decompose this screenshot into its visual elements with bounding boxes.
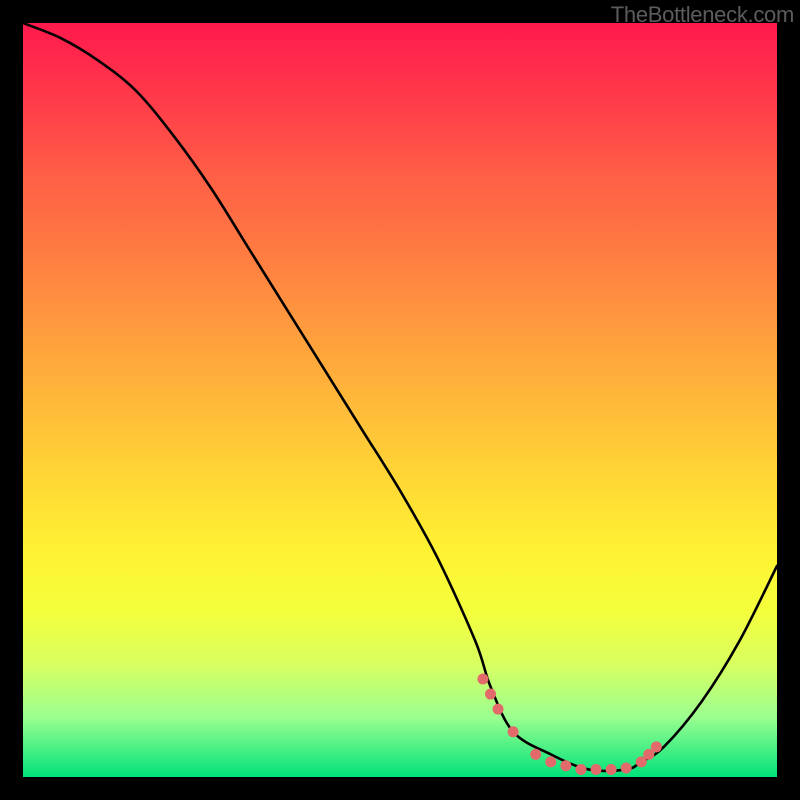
chart-frame <box>23 23 777 777</box>
attribution-text: TheBottleneck.com <box>611 2 794 28</box>
marker-dot <box>591 764 602 775</box>
marker-dot <box>606 764 617 775</box>
marker-dot <box>508 726 519 737</box>
optimal-range-markers <box>477 673 661 774</box>
marker-dot <box>560 760 571 771</box>
marker-dot <box>621 762 632 773</box>
bottleneck-curve <box>23 23 777 771</box>
marker-dot <box>545 756 556 767</box>
marker-dot <box>575 764 586 775</box>
marker-dot <box>485 689 496 700</box>
marker-dot <box>651 741 662 752</box>
marker-dot <box>530 749 541 760</box>
chart-svg <box>23 23 777 777</box>
marker-dot <box>477 673 488 684</box>
marker-dot <box>493 704 504 715</box>
